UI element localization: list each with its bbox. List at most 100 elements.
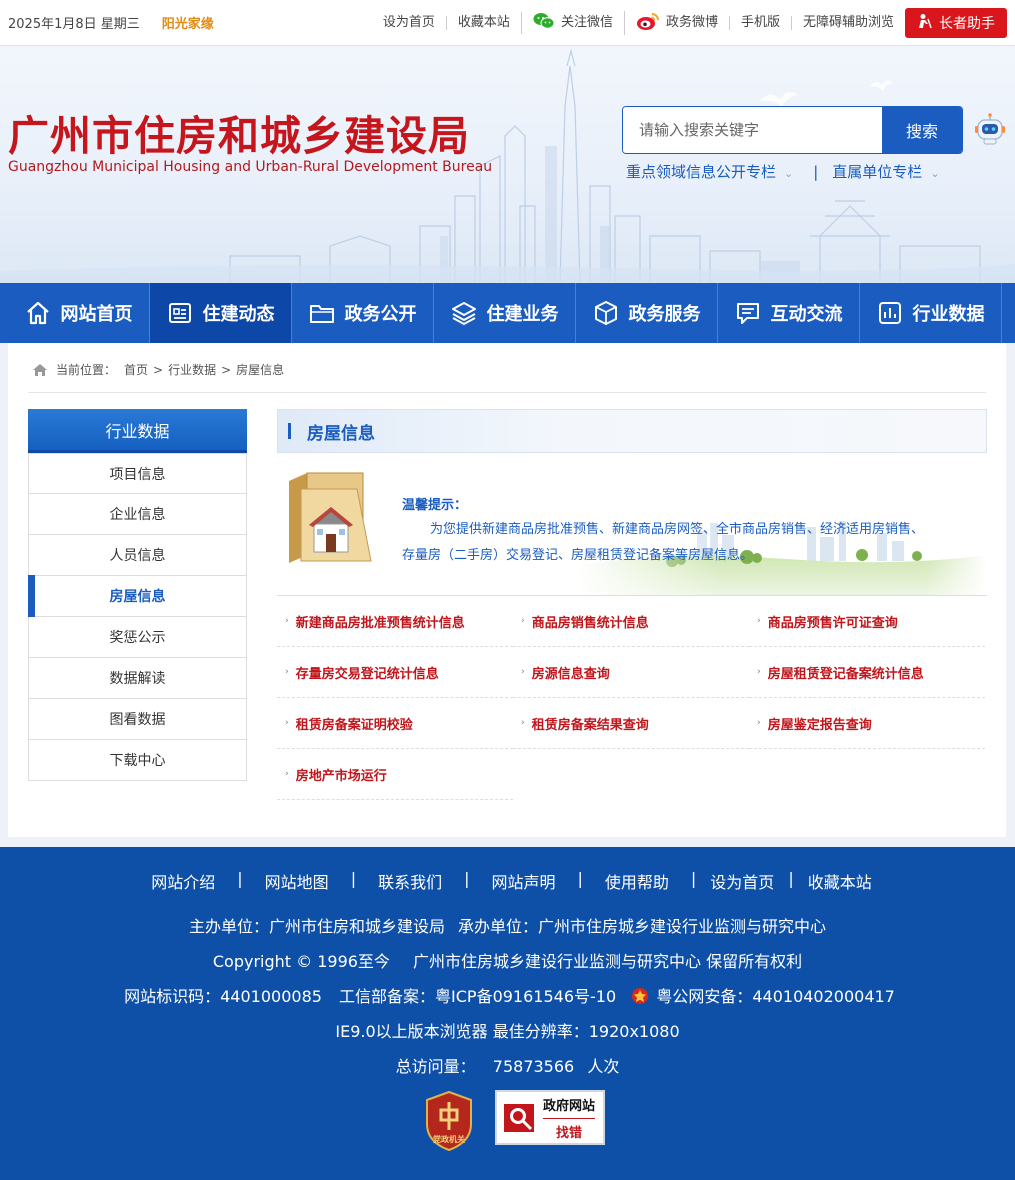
breadcrumb-home[interactable]: 首页 xyxy=(124,361,148,378)
mobile-version-link[interactable]: 手机版 xyxy=(728,15,791,30)
special-columns: 重点领域信息公开专栏 ⌄ | 直属单位专栏 ⌄ xyxy=(626,161,940,182)
footer-about-link[interactable]: 网站介绍 xyxy=(129,869,237,893)
sidebar-item-downloads[interactable]: 下载中心 xyxy=(28,740,247,781)
link-rental-certificate-check[interactable]: › 租赁房备案证明校验 xyxy=(277,698,513,749)
sidebar-item-data-interpretation[interactable]: 数据解读 xyxy=(28,658,247,699)
nav-interaction[interactable]: 互动交流 xyxy=(718,283,860,343)
breadcrumb: 当前位置： 首页 > 行业数据 > 房屋信息 xyxy=(32,361,284,378)
bullet-icon: › xyxy=(521,718,525,728)
link-listing-query[interactable]: › 房源信息查询 xyxy=(513,647,749,698)
sidebar-item-personnel[interactable]: 人员信息 xyxy=(28,535,247,576)
weibo-icon xyxy=(636,11,660,35)
content-section: 房屋信息 温馨提示： 为您提供新建商品房批准预售、新建商品房网签、全市商品房销售… xyxy=(277,409,987,800)
footer-copyright-line: Copyright © 1996至今 广州市住房城乡建设行业监测与研究中心 保留… xyxy=(212,952,803,971)
nav-construction-business[interactable]: 住建业务 xyxy=(434,283,576,343)
bullet-icon: › xyxy=(757,718,761,728)
subordinate-units-column-link[interactable]: 直属单位专栏 ⌄ xyxy=(832,161,939,182)
sidebar-item-rewards-penalties[interactable]: 奖惩公示 xyxy=(28,617,247,658)
content-panel: 当前位置： 首页 > 行业数据 > 房屋信息 行业数据 项目信息 企业信息 人员… xyxy=(8,343,1006,837)
accessibility-link[interactable]: 无障碍辅助浏览 xyxy=(790,15,905,30)
wechat-link[interactable]: 关注微信 xyxy=(520,11,624,34)
bullet-icon: › xyxy=(757,667,761,677)
footer-statement-link[interactable]: 网站声明 xyxy=(469,869,577,893)
home-icon xyxy=(33,363,47,376)
footer-sponsor-line: 主办单位：广州市住房和城乡建设局 承办单位：广州市住房城乡建设行业监测与研究中心 xyxy=(188,917,827,936)
news-icon xyxy=(168,303,191,323)
site-title: 广州市住房和城乡建设局 xyxy=(8,112,470,160)
search-input[interactable] xyxy=(623,107,882,153)
chat-icon xyxy=(736,303,759,324)
sidebar-item-projects[interactable]: 项目信息 xyxy=(28,453,247,494)
bullet-icon: › xyxy=(757,616,761,626)
bar-chart-icon xyxy=(878,302,901,324)
party-gov-badge[interactable]: 党政机关 xyxy=(423,1090,475,1152)
key-info-column-link[interactable]: 重点领域信息公开专栏 ⌄ xyxy=(626,161,793,182)
footer-browser-line: IE9.0以上版本浏览器 最佳分辨率：1920x1080 xyxy=(335,1022,680,1041)
bullet-icon: › xyxy=(285,718,289,728)
link-market-operation[interactable]: › 房地产市场运行 xyxy=(277,749,513,800)
folder-icon xyxy=(309,305,334,323)
bookmark-link[interactable]: 收藏本站 xyxy=(445,15,521,30)
link-rental-result-query[interactable]: › 租赁房备案结果查询 xyxy=(513,698,749,749)
footer-contact-link[interactable]: 联系我们 xyxy=(356,869,464,893)
section-header: 房屋信息 xyxy=(277,409,987,453)
sidebar-item-enterprises[interactable]: 企业信息 xyxy=(28,494,247,535)
nav-home[interactable]: 网站首页 xyxy=(8,283,150,343)
tip-text: 为您提供新建商品房批准预售、新建商品房网签、全市商品房销售、经济适用房销售、存量… xyxy=(402,522,925,563)
link-appraisal-report-query[interactable]: › 房屋鉴定报告查询 xyxy=(749,698,985,749)
footer-badges: 党政机关 政府网站 找错 xyxy=(423,1090,605,1152)
footer-visits-line: 总访问量： 75873566 人次 xyxy=(395,1057,620,1076)
main-area: 当前位置： 首页 > 行业数据 > 房屋信息 行业数据 项目信息 企业信息 人员… xyxy=(0,343,1015,847)
sidebar-title: 行业数据 xyxy=(28,409,247,453)
home-icon xyxy=(26,301,49,325)
header-banner: 广州市住房和城乡建设局 Guangzhou Municipal Housing … xyxy=(0,46,1015,283)
section-title: 房屋信息 xyxy=(307,423,375,444)
folder-house-icon xyxy=(283,469,375,571)
bullet-icon: › xyxy=(285,616,289,626)
robot-assistant-icon[interactable] xyxy=(972,111,1008,147)
link-existing-housing-stats[interactable]: › 存量房交易登记统计信息 xyxy=(277,647,513,698)
link-presale-approval-stats[interactable]: › 新建商品房批准预售统计信息 xyxy=(277,596,513,647)
nav-gov-affairs[interactable]: 政务公开 xyxy=(292,283,434,343)
footer-registration-line: 网站标识码：4401000085 工信部备案：粤ICP备09161546号-10… xyxy=(0,983,1015,1009)
weibo-link[interactable]: 政务微博 xyxy=(623,10,729,35)
main-navigation: 网站首页 住建动态 政务公开 住建业务 政务服务 互动交流 行业数据 xyxy=(0,283,1015,343)
set-homepage-link[interactable]: 设为首页 xyxy=(372,15,446,30)
utility-links: 设为首页 收藏本站 关注微信 政务微博 手机版 无障碍辅助浏览 长者助手 xyxy=(372,7,1007,38)
sidebar-item-chart-data[interactable]: 图看数据 xyxy=(28,699,247,740)
footer-bookmark-link[interactable]: 收藏本站 xyxy=(794,869,886,893)
link-rental-registration-stats[interactable]: › 房屋租赁登记备案统计信息 xyxy=(749,647,985,698)
breadcrumb-industry-data[interactable]: 行业数据 xyxy=(168,361,216,378)
chevron-down-icon: ⌄ xyxy=(930,167,940,180)
footer-sitemap-link[interactable]: 网站地图 xyxy=(243,869,351,893)
chevron-down-icon: ⌄ xyxy=(784,167,794,180)
header-accent-bar xyxy=(288,423,291,439)
search-button[interactable]: 搜索 xyxy=(882,107,962,153)
footer-set-homepage-link[interactable]: 设为首页 xyxy=(696,869,788,893)
police-record-link[interactable]: 粤公网安备：44010402000417 xyxy=(656,987,895,1006)
current-date: 2025年1月8日 星期三 xyxy=(8,17,140,32)
bullet-icon: › xyxy=(285,769,289,779)
sidebar-item-housing[interactable]: 房屋信息 xyxy=(28,575,247,617)
nav-gov-services[interactable]: 政务服务 xyxy=(576,283,718,343)
link-presale-permit-query[interactable]: › 商品房预售许可证查询 xyxy=(749,596,985,647)
top-utility-bar: 2025年1月8日 星期三 阳光家缘 设为首页 收藏本站 关注微信 政务微博 手… xyxy=(0,0,1015,46)
breadcrumb-housing-info[interactable]: 房屋信息 xyxy=(236,361,284,378)
bullet-icon: › xyxy=(521,616,525,626)
nav-news[interactable]: 住建动态 xyxy=(150,283,292,343)
sunshine-link[interactable]: 阳光家缘 xyxy=(162,13,214,32)
police-badge-icon xyxy=(631,987,649,1009)
housing-links-grid: › 新建商品房批准预售统计信息 › 商品房销售统计信息 › 商品房预售许可证查询 › 存… xyxy=(277,596,987,800)
footer-help-link[interactable]: 使用帮助 xyxy=(583,869,691,893)
elder-icon xyxy=(917,13,933,33)
link-sales-stats[interactable]: › 商品房销售统计信息 xyxy=(513,596,749,647)
gov-site-error-report-badge[interactable]: 政府网站 找错 xyxy=(495,1090,605,1145)
icp-link[interactable]: 工信部备案：粤ICP备09161546号-10 xyxy=(339,987,616,1006)
nav-industry-data[interactable]: 行业数据 xyxy=(860,283,1002,343)
wechat-icon xyxy=(533,12,555,34)
tip-box: 温馨提示： 为您提供新建商品房批准预售、新建商品房网签、全市商品房销售、经济适用… xyxy=(277,453,987,596)
site-title-english: Guangzhou Municipal Housing and Urban-Ru… xyxy=(8,159,493,175)
visit-count: 75873566 xyxy=(492,1057,575,1076)
layers-icon xyxy=(451,302,476,325)
elder-assistant-button[interactable]: 长者助手 xyxy=(905,7,1007,38)
